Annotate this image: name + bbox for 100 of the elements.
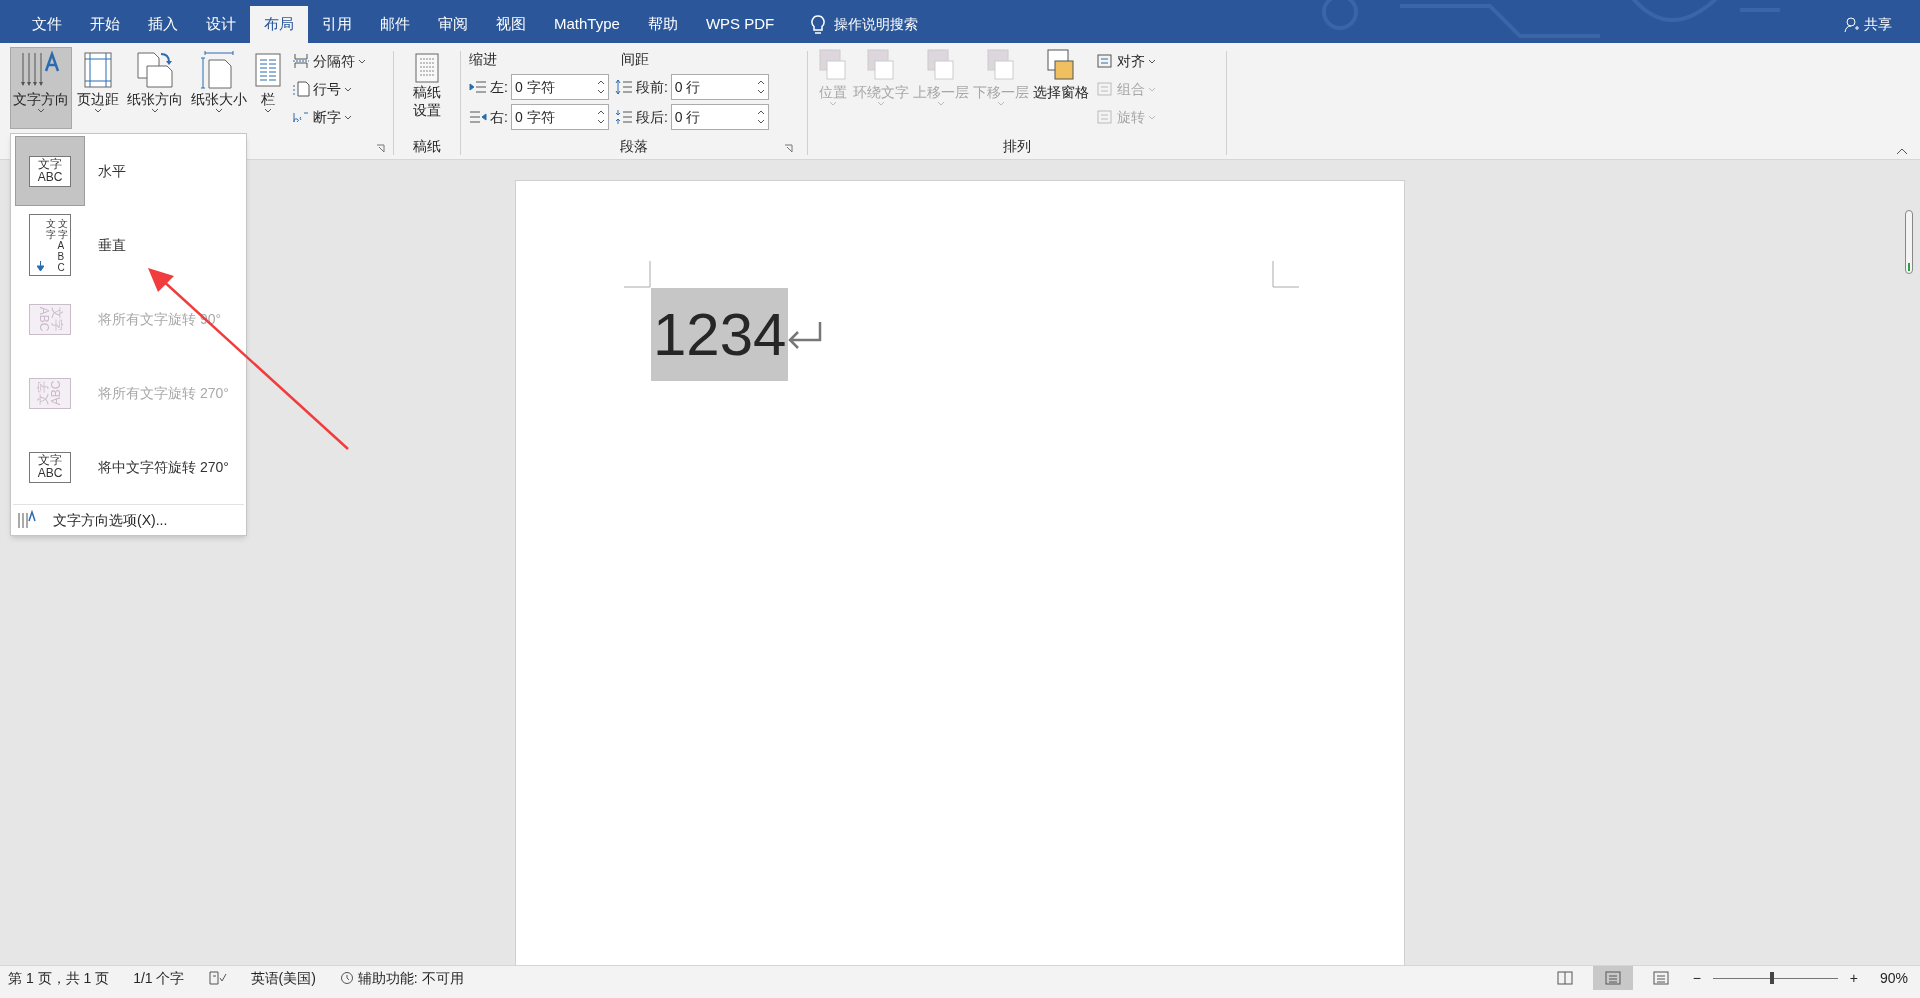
- text-direction-icon: [17, 510, 37, 530]
- ribbon-button[interactable]: 断字: [292, 105, 366, 129]
- zoom-slider-thumb[interactable]: [1770, 972, 1775, 984]
- ribbon-button[interactable]: 栏: [252, 47, 284, 129]
- caret-icon: [264, 108, 272, 113]
- caret-icon: [877, 101, 885, 106]
- menu-item[interactable]: 文字 ABC 水平: [11, 134, 246, 208]
- arrow-icon: [36, 260, 44, 271]
- ribbon-tab[interactable]: 插入: [134, 6, 192, 43]
- ribbon-button[interactable]: 纸张方向: [124, 47, 186, 129]
- group-label: 段落: [620, 137, 648, 156]
- group-label: 排列: [1003, 137, 1031, 156]
- proofing-icon[interactable]: [208, 971, 227, 985]
- margins-icon: [83, 51, 113, 89]
- caret-icon: [37, 108, 45, 113]
- page-break-icon: [292, 53, 310, 69]
- menu-item[interactable]: 文字 文字ABC 垂直: [11, 208, 246, 282]
- icon-text: 文字: [37, 158, 63, 171]
- page-size-icon: [201, 50, 237, 90]
- caret-icon: [1148, 58, 1156, 64]
- zoom-in-button[interactable]: +: [1845, 967, 1862, 989]
- scrollbar-thumb[interactable]: [1905, 210, 1913, 274]
- ribbon-button[interactable]: 行号: [292, 77, 366, 101]
- ribbon-tab[interactable]: 帮助: [633, 6, 692, 43]
- status-text[interactable]: 1/1 个字: [133, 967, 185, 989]
- spinner-icon: [756, 79, 765, 95]
- zoom-slider[interactable]: [1712, 971, 1838, 985]
- status-text[interactable]: 第 1 页，共 1 页: [8, 967, 110, 989]
- outdent-icon: [469, 109, 487, 125]
- ribbon-button[interactable]: 稿纸 设置: [413, 47, 441, 119]
- section-label: 缩进: [469, 50, 498, 69]
- line-numbers-icon: [292, 81, 310, 97]
- spinner-icon: [596, 79, 605, 95]
- caret-icon: [358, 58, 366, 64]
- accessibility-status[interactable]: 辅助功能: 不可用: [339, 967, 464, 989]
- lightbulb-icon: [810, 14, 827, 35]
- zoom-out-button[interactable]: −: [1688, 967, 1705, 989]
- menu-item[interactable]: 文字方向选项(X)...: [11, 505, 246, 535]
- ribbon-tab[interactable]: 开始: [76, 6, 134, 43]
- hyphenation-icon: [292, 109, 310, 125]
- arrange-small-icon: [1096, 53, 1114, 69]
- icon-text: ABC: [37, 171, 63, 184]
- web-page-icon: [1651, 971, 1670, 985]
- caret-icon: [215, 108, 223, 113]
- icon-text: 文字ABC: [57, 217, 68, 273]
- arrange-small-icon: [1096, 81, 1114, 97]
- document-text: 1234: [651, 288, 789, 381]
- share-button[interactable]: 共享: [1844, 14, 1892, 35]
- ribbon-tab[interactable]: 视图: [482, 6, 540, 43]
- ribbon-tab[interactable]: 文件: [18, 6, 76, 43]
- field-label: 左:: [490, 77, 508, 97]
- spin-field[interactable]: 0 行: [670, 74, 769, 100]
- person-icon: [1844, 16, 1860, 33]
- ribbon-button[interactable]: 分隔符: [292, 49, 366, 73]
- arrange-icon: [865, 47, 897, 83]
- indent-icon: [469, 79, 487, 95]
- spinner-icon: [756, 109, 765, 125]
- section-label: 间距: [621, 50, 649, 69]
- ribbon-tab[interactable]: 引用: [308, 6, 366, 43]
- search-field[interactable]: 操作说明搜索: [834, 14, 919, 35]
- status-text[interactable]: 英语(美国): [250, 967, 316, 989]
- columns-icon: [255, 53, 281, 87]
- page-orientation-icon: [135, 50, 175, 90]
- spinner-icon: [596, 109, 605, 125]
- spin-field[interactable]: 0 字符: [510, 104, 609, 130]
- icon-text: 文字: [45, 217, 56, 240]
- ribbon-tab[interactable]: WPS PDF: [691, 6, 789, 43]
- arrange-icon: [985, 47, 1017, 83]
- caret-icon: [829, 101, 837, 106]
- arrange-icon: [925, 47, 957, 83]
- spin-field[interactable]: 0 字符: [510, 74, 609, 100]
- margin-corner-icon: [1272, 261, 1299, 288]
- zoom-level[interactable]: 90%: [1870, 967, 1912, 989]
- ribbon-tab[interactable]: 布局: [250, 6, 308, 43]
- field-label: 右:: [490, 107, 508, 127]
- ribbon-tab[interactable]: 邮件: [366, 6, 424, 43]
- caret-icon: [94, 108, 102, 113]
- field-label: 段后:: [635, 107, 668, 127]
- ribbon-tab[interactable]: MathType: [540, 6, 634, 43]
- caret-icon: [1148, 114, 1156, 120]
- book-icon: [1555, 971, 1574, 985]
- ribbon-button[interactable]: 纸张大小: [188, 47, 250, 129]
- icon-text: ABC: [37, 467, 63, 480]
- ribbon-button[interactable]: 文字方向: [10, 47, 72, 129]
- ribbon-tab[interactable]: 设计: [192, 6, 250, 43]
- collapse-ribbon-icon[interactable]: [1896, 147, 1908, 155]
- spacing-after-icon: [614, 109, 633, 125]
- ribbon-button[interactable]: 对齐: [1096, 49, 1156, 73]
- dialog-launcher-icon: [784, 144, 793, 153]
- ribbon-button[interactable]: 选择窗格: [1032, 47, 1090, 101]
- group-label: 稿纸: [413, 137, 441, 156]
- ribbon-tab[interactable]: 审阅: [424, 6, 482, 43]
- dialog-launcher-icon: [376, 144, 385, 153]
- caret-icon: [344, 114, 352, 120]
- view-button[interactable]: [1592, 966, 1633, 990]
- menu-item[interactable]: 文字 ABC 将中文字符旋转 270°: [11, 430, 246, 504]
- field-label: 段前:: [635, 77, 668, 97]
- spin-field[interactable]: 0 行: [670, 104, 769, 130]
- ribbon-button[interactable]: 页边距: [74, 47, 122, 129]
- arrange-icon: [817, 47, 849, 83]
